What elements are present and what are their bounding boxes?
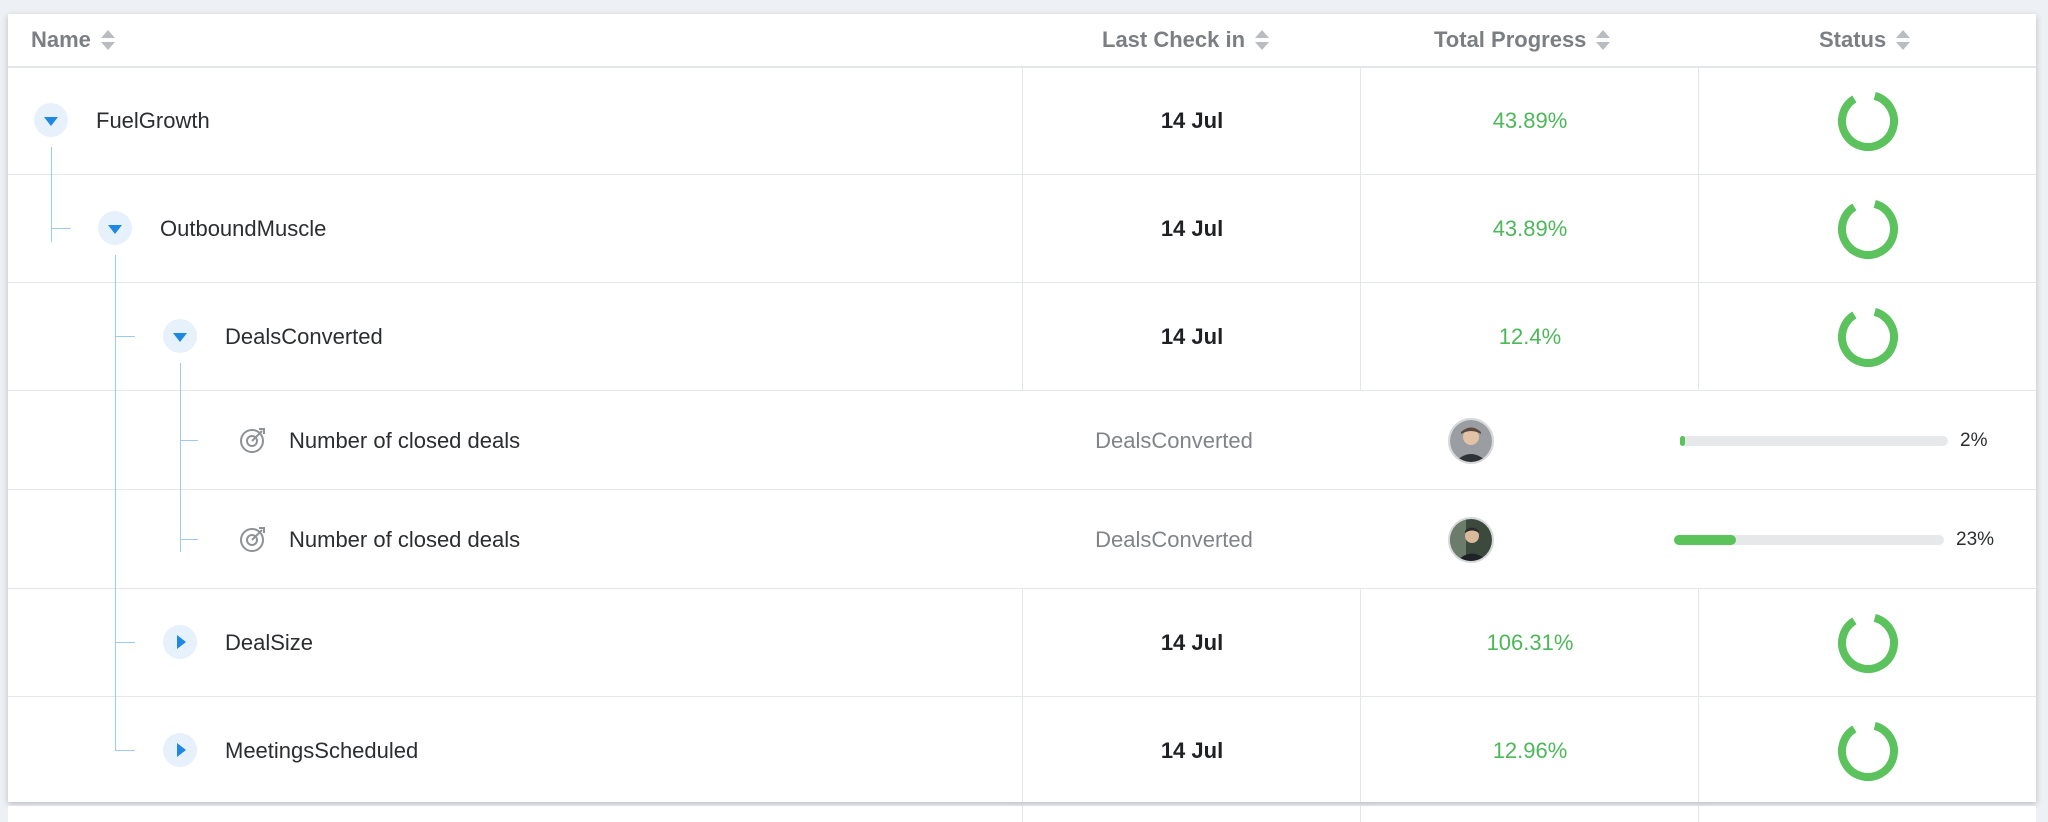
total-progress-value: 106.31% <box>1486 630 1574 655</box>
tree-connector <box>115 642 135 643</box>
caret-down-icon <box>108 224 122 234</box>
column-divider <box>1022 806 1023 822</box>
tree-connector <box>180 363 181 552</box>
last-checkin-date: 14 Jul <box>1160 216 1224 241</box>
key-result-name[interactable]: Number of closed deals <box>289 428 520 454</box>
key-result-progress-bar <box>1674 535 1944 545</box>
column-divider <box>1360 806 1361 822</box>
status-ring <box>1838 721 1898 781</box>
status-ring <box>1838 199 1898 259</box>
tree-connector <box>115 750 135 751</box>
tree-connector <box>115 336 135 337</box>
last-checkin-date: 14 Jul <box>1160 324 1224 349</box>
total-progress-value: 12.4% <box>1498 324 1562 349</box>
objectives-table: Name Last Check in Total Progress Status <box>8 14 2036 802</box>
parent-objective-name: DealsConverted <box>1095 428 1253 453</box>
total-progress-value: 12.96% <box>1492 738 1568 763</box>
tree-connector <box>180 539 198 540</box>
collapse-toggle[interactable] <box>163 319 197 353</box>
objective-name[interactable]: DealSize <box>225 630 313 656</box>
caret-right-icon <box>177 635 186 649</box>
column-header-name-label: Name <box>31 27 91 52</box>
sort-icon[interactable] <box>100 29 115 51</box>
collapse-toggle[interactable] <box>98 211 132 245</box>
collapse-toggle[interactable] <box>34 103 68 137</box>
last-checkin-date: 14 Jul <box>1160 738 1224 763</box>
status-ring <box>1838 307 1898 367</box>
last-checkin-date: 14 Jul <box>1160 630 1224 655</box>
target-icon <box>240 527 265 552</box>
key-result-progress-label: 23% <box>1956 529 1995 550</box>
total-progress-value: 43.89% <box>1492 108 1568 133</box>
caret-down-icon <box>44 116 58 126</box>
column-header-last-checkin[interactable]: Last Check in <box>1102 14 1270 66</box>
table-header: Name Last Check in Total Progress Status <box>8 14 2036 68</box>
key-result-progress-label: 2% <box>1960 430 1988 451</box>
key-result-name[interactable]: Number of closed deals <box>289 527 520 553</box>
tree-connector <box>115 255 116 750</box>
parent-objective-name: DealsConverted <box>1095 527 1253 552</box>
sort-icon[interactable] <box>1896 29 1911 51</box>
expand-toggle[interactable] <box>163 625 197 659</box>
column-header-total-progress[interactable]: Total Progress <box>1434 14 1611 66</box>
sort-icon[interactable] <box>1255 29 1270 51</box>
sort-icon[interactable] <box>1596 29 1611 51</box>
objective-name[interactable]: MeetingsScheduled <box>225 738 418 764</box>
objective-name[interactable]: DealsConverted <box>225 324 383 350</box>
avatar-icon[interactable] <box>1448 517 1494 563</box>
tree-connector <box>51 228 71 229</box>
caret-right-icon <box>177 743 186 757</box>
total-progress-value: 43.89% <box>1492 216 1568 241</box>
progress-bar-fill <box>1680 436 1685 446</box>
column-divider <box>1698 806 1699 822</box>
avatar-icon[interactable] <box>1448 418 1494 464</box>
expand-toggle[interactable] <box>163 733 197 767</box>
status-ring <box>1838 613 1898 673</box>
column-header-status[interactable]: Status <box>1819 14 1911 66</box>
caret-down-icon <box>173 332 187 342</box>
key-result-progress-bar <box>1680 436 1948 446</box>
column-header-last-checkin-label: Last Check in <box>1102 27 1246 52</box>
objective-name[interactable]: OutboundMuscle <box>160 216 326 242</box>
last-checkin-date: 14 Jul <box>1160 108 1224 133</box>
target-icon <box>240 428 265 453</box>
progress-bar-fill <box>1674 535 1736 545</box>
tree-connector <box>180 440 198 441</box>
column-header-status-label: Status <box>1819 27 1887 52</box>
status-ring <box>1838 91 1898 151</box>
column-header-total-progress-label: Total Progress <box>1434 27 1587 52</box>
column-header-name[interactable]: Name <box>31 14 115 66</box>
objective-name[interactable]: FuelGrowth <box>96 108 210 134</box>
